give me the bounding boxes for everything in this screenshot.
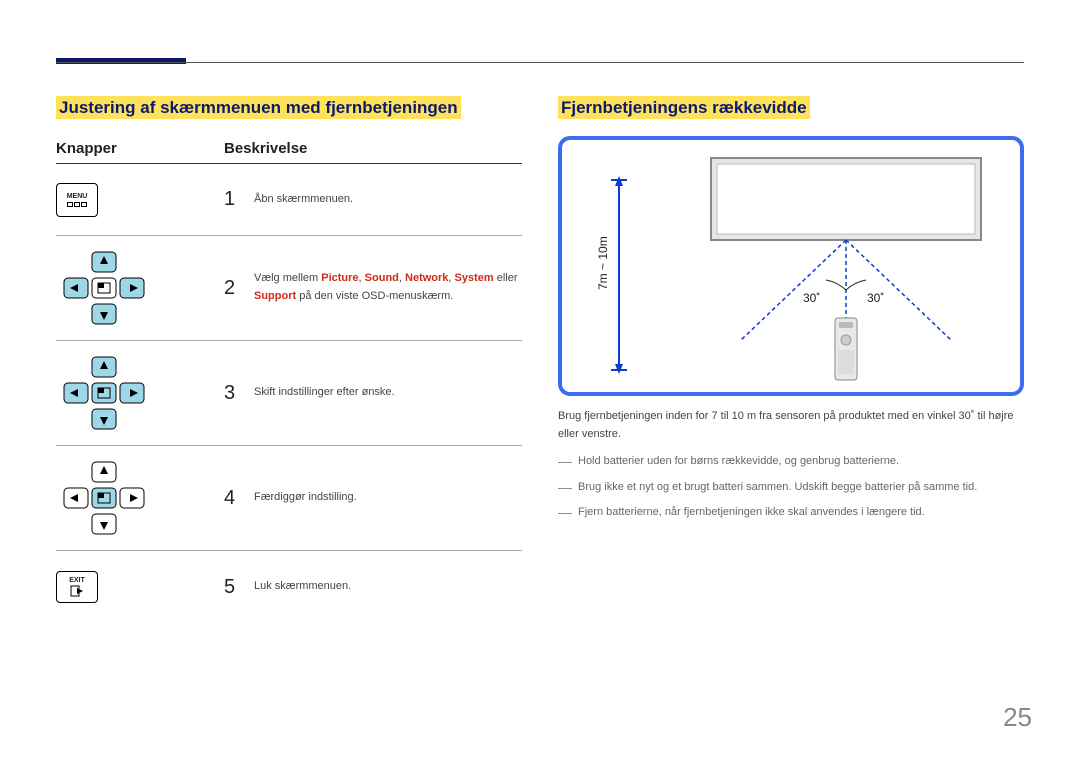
- left-heading: Justering af skærmmenuen med fjernbetjen…: [56, 96, 461, 119]
- right-column: Fjernbetjeningens rækkevidde 7m ~ 10m: [558, 98, 1024, 623]
- bullet-item: ― Hold batterier uden for børns rækkevidd…: [558, 453, 1024, 472]
- option-system: System: [455, 272, 494, 284]
- button-cell: [56, 248, 224, 328]
- option-network: Network: [405, 272, 448, 284]
- table-row: MENU 1 Åbn skærmmenuen.: [56, 164, 522, 236]
- step-desc: Vælg mellem Picture, Sound, Network, Sys…: [254, 270, 522, 305]
- col-header-desc: Beskrivelse: [224, 140, 522, 157]
- left-column: Justering af skærmmenuen med fjernbetjen…: [56, 98, 522, 623]
- table-header: Knapper Beskrivelse: [56, 140, 522, 164]
- buttons-table: Knapper Beskrivelse MENU 1 Åbn skærmmenu…: [56, 140, 522, 623]
- range-diagram-svg: 7m ~ 10m 30˚ 30˚: [562, 140, 1020, 392]
- step-number: 3: [224, 382, 254, 405]
- col-header-buttons: Knapper: [56, 140, 224, 157]
- desc-text: eller: [494, 272, 518, 284]
- table-row: 2 Vælg mellem Picture, Sound, Network, S…: [56, 236, 522, 341]
- top-accent-bar: [56, 58, 186, 64]
- menu-grid-icon: [67, 202, 87, 207]
- range-description: Brug fjernbetjeningen inden for 7 til 10…: [558, 408, 1024, 443]
- table-row: EXIT 5 Luk skærmmenuen.: [56, 551, 522, 623]
- bullet-item: ― Fjern batterierne, når fjernbetjeningen…: [558, 504, 1024, 523]
- right-heading: Fjernbetjeningens rækkevidde: [558, 96, 810, 119]
- bullet-text: Brug ikke et nyt og et brugt batteri sam…: [578, 479, 977, 498]
- option-picture: Picture: [321, 272, 358, 284]
- page-number: 25: [1003, 702, 1032, 733]
- exit-button-label: EXIT: [69, 577, 85, 584]
- dpad-all-enter-icon: [56, 353, 152, 433]
- menu-button-icon: MENU: [56, 183, 98, 217]
- dash-icon: ―: [558, 501, 572, 523]
- table-row: 4 Færdiggør indstilling.: [56, 446, 522, 551]
- top-rule: [56, 62, 1024, 63]
- angle-right-label: 30˚: [867, 291, 884, 305]
- button-cell: MENU: [56, 183, 224, 217]
- option-sound: Sound: [365, 272, 399, 284]
- bullet-text: Hold batterier uden for børns rækkevidde…: [578, 453, 899, 472]
- dpad-enter-icon: [56, 458, 152, 538]
- distance-label: 7m ~ 10m: [596, 236, 610, 290]
- step-number: 4: [224, 487, 254, 510]
- button-cell: EXIT: [56, 571, 224, 603]
- button-cell: [56, 353, 224, 433]
- table-row: 3 Skift indstillinger efter ønske.: [56, 341, 522, 446]
- step-number: 1: [224, 188, 254, 211]
- angle-left-label: 30˚: [803, 291, 820, 305]
- step-number: 5: [224, 576, 254, 599]
- step-desc: Luk skærmmenuen.: [254, 578, 522, 596]
- desc-text: Vælg mellem: [254, 272, 321, 284]
- range-diagram: 7m ~ 10m 30˚ 30˚: [558, 136, 1024, 396]
- option-support: Support: [254, 290, 296, 302]
- step-number: 2: [224, 277, 254, 300]
- bullet-list: ― Hold batterier uden for børns rækkevidd…: [558, 453, 1024, 523]
- exit-glyph-icon: [70, 585, 84, 597]
- menu-button-label: MENU: [67, 193, 88, 200]
- dash-icon: ―: [558, 476, 572, 498]
- step-desc: Skift indstillinger efter ønske.: [254, 384, 522, 402]
- button-cell: [56, 458, 224, 538]
- dpad-all-icon: [56, 248, 152, 328]
- exit-button-icon: EXIT: [56, 571, 98, 603]
- step-desc: Færdiggør indstilling.: [254, 489, 522, 507]
- desc-text: på den viste OSD-menuskærm.: [296, 290, 453, 302]
- dash-icon: ―: [558, 450, 572, 472]
- step-desc: Åbn skærmmenuen.: [254, 191, 522, 209]
- content-columns: Justering af skærmmenuen med fjernbetjen…: [56, 98, 1024, 623]
- bullet-item: ― Brug ikke et nyt og et brugt batteri sa…: [558, 479, 1024, 498]
- page: Justering af skærmmenuen med fjernbetjen…: [0, 0, 1080, 763]
- bullet-text: Fjern batterierne, når fjernbetjeningen …: [578, 504, 925, 523]
